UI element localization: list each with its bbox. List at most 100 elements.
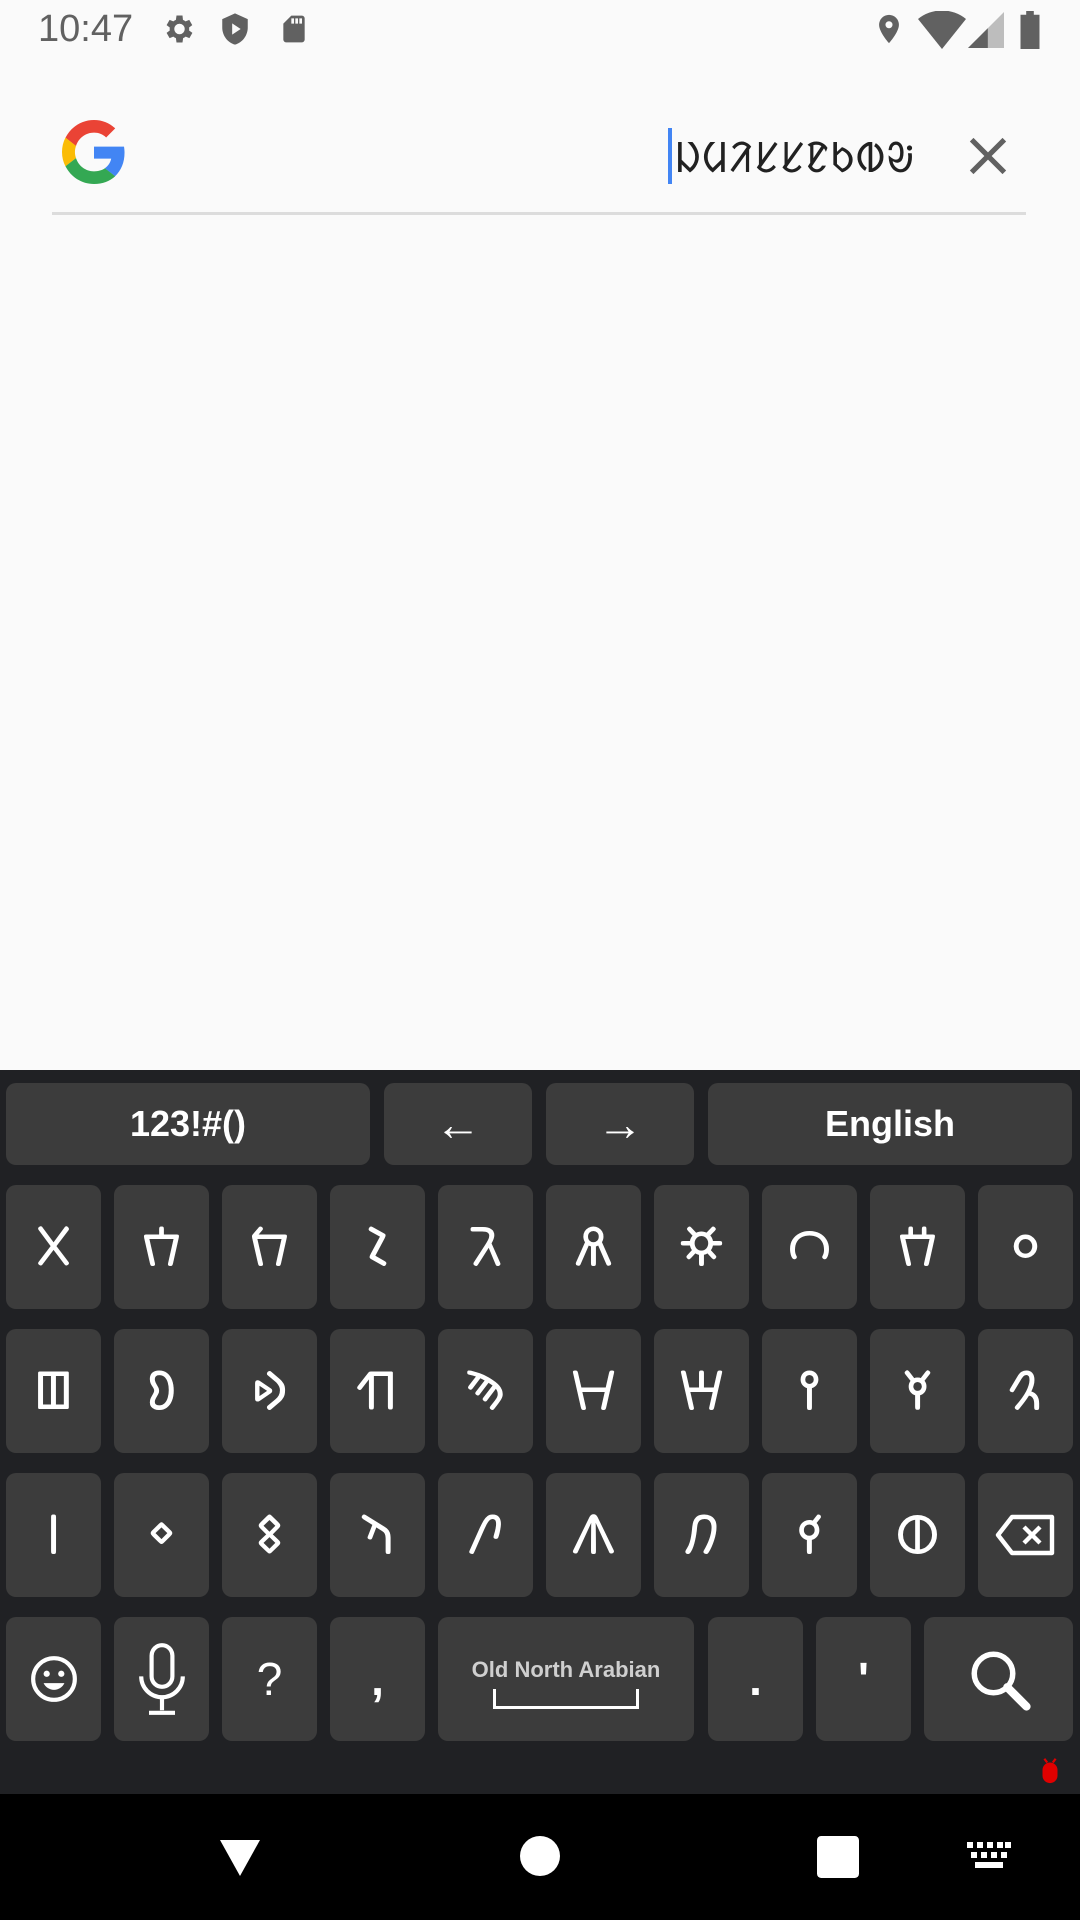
search-key[interactable] <box>924 1617 1073 1741</box>
microphone-key[interactable] <box>114 1617 209 1741</box>
key-glyph: 𐪋 <box>249 1214 290 1279</box>
right-arrow-icon: → <box>597 1098 643 1150</box>
letter-key[interactable]: 𐪍 <box>438 1185 533 1309</box>
home-icon[interactable] <box>520 1836 560 1876</box>
comma-key[interactable]: , <box>330 1617 425 1741</box>
status-time: 10:47 <box>38 8 134 50</box>
key-glyph: 𐪟 <box>255 1502 284 1567</box>
letter-key[interactable]: 𐪊 <box>114 1185 209 1309</box>
space-key-label: Old North Arabian <box>471 1657 661 1682</box>
period-key-label: . <box>749 1653 762 1705</box>
question-key[interactable]: ? <box>222 1617 317 1741</box>
language-key[interactable]: English <box>708 1083 1072 1165</box>
left-arrow-key[interactable]: ← <box>384 1083 532 1165</box>
key-glyph: 𐪗 <box>464 1358 507 1423</box>
comma-key-label: , <box>371 1653 384 1705</box>
key-glyph: 𐪙 <box>679 1358 724 1423</box>
letter-key[interactable]: 𐪂 <box>546 1473 641 1597</box>
emoji-key[interactable] <box>6 1617 101 1741</box>
signal-icon <box>968 12 1004 48</box>
battery-icon <box>1020 11 1040 49</box>
keyboard-switch-icon[interactable] <box>967 1842 1011 1870</box>
key-glyph: 𐪍 <box>468 1214 503 1279</box>
left-arrow-icon: ← <box>435 1098 481 1150</box>
letter-key[interactable]: 𐪅 <box>870 1473 965 1597</box>
letter-key[interactable]: 𐪄 <box>762 1473 857 1597</box>
key-glyph: 𐪌 <box>365 1214 390 1279</box>
letter-key[interactable]: 𐪏 <box>654 1185 749 1309</box>
letter-key[interactable]: 𐪃 <box>654 1473 749 1597</box>
search-input[interactable]: ᱡᱢᱤᱥᱥᱱᱠᱵᱶ <box>668 128 915 184</box>
letter-key[interactable]: 𐪀 <box>330 1473 425 1597</box>
key-glyph: 𐪉 <box>34 1214 73 1279</box>
keyboard: 123!#() ← → English 𐪉 𐪊 𐪋 𐪌 𐪍 𐪎 𐪏 𐪐 𐪑 𐪒 … <box>0 1070 1080 1794</box>
letter-key[interactable]: 𐪝 <box>6 1473 101 1597</box>
letter-key[interactable]: 𐪐 <box>762 1185 857 1309</box>
key-glyph: 𐪚 <box>797 1358 822 1423</box>
microphone-icon <box>138 1643 185 1715</box>
space-key[interactable]: Old North Arabian <box>438 1617 694 1741</box>
shield-icon <box>222 13 248 45</box>
letter-key[interactable]: 𐪚 <box>762 1329 857 1453</box>
letter-key[interactable]: 𐪖 <box>330 1329 425 1453</box>
letter-key[interactable]: 𐪟 <box>222 1473 317 1597</box>
letter-key[interactable]: 𐪒 <box>978 1185 1073 1309</box>
key-glyph: 𐪎 <box>574 1214 613 1279</box>
backspace-key[interactable] <box>978 1473 1073 1597</box>
letter-key[interactable]: 𐪎 <box>546 1185 641 1309</box>
letter-key[interactable]: 𐪓 <box>6 1329 101 1453</box>
key-glyph: 𐪏 <box>679 1214 724 1279</box>
letter-key[interactable]: 𐪁 <box>438 1473 533 1597</box>
letter-key[interactable]: 𐪕 <box>222 1329 317 1453</box>
apostrophe-key-label: ' <box>858 1653 869 1705</box>
key-glyph: 𐪕 <box>250 1358 289 1423</box>
bug-icon <box>1042 1758 1058 1784</box>
letter-key[interactable]: 𐪑 <box>870 1185 965 1309</box>
question-key-label: ? <box>256 1653 283 1705</box>
back-icon[interactable] <box>216 1836 264 1880</box>
key-glyph: 𐪝 <box>44 1502 63 1567</box>
key-glyph: 𐪒 <box>1010 1214 1041 1279</box>
status-bar: 10:47 <box>0 0 1080 62</box>
google-logo <box>62 120 125 184</box>
key-glyph: 𐪀 <box>359 1502 396 1567</box>
symbols-key-label: 123!#() <box>129 1103 247 1144</box>
key-glyph: 𐪁 <box>467 1502 504 1567</box>
search-icon <box>971 1651 1031 1711</box>
symbols-key[interactable]: 123!#() <box>6 1083 370 1165</box>
key-glyph: 𐪔 <box>146 1358 177 1423</box>
search-bar: ᱡᱢᱤᱥᱥᱱᱠᱵᱶ <box>52 100 1026 216</box>
letter-key[interactable]: 𐪜 <box>978 1329 1073 1453</box>
letter-key[interactable]: 𐪞 <box>114 1473 209 1597</box>
letter-key[interactable]: 𐪗 <box>438 1329 533 1453</box>
period-key[interactable]: . <box>708 1617 803 1741</box>
key-glyph: 𐪞 <box>147 1502 176 1567</box>
key-glyph: 𐪛 <box>902 1358 933 1423</box>
text-cursor <box>668 128 673 184</box>
wifi-icon <box>918 11 966 49</box>
key-glyph: 𐪜 <box>1007 1358 1044 1423</box>
recents-icon[interactable] <box>817 1836 859 1878</box>
gear-icon <box>166 15 193 43</box>
close-icon[interactable] <box>960 128 1016 184</box>
emoji-icon <box>30 1656 77 1702</box>
sd-card-icon <box>283 15 305 43</box>
key-glyph: 𐪂 <box>571 1502 616 1567</box>
language-key-label: English <box>824 1103 955 1144</box>
apostrophe-key[interactable]: ' <box>816 1617 911 1741</box>
letter-key[interactable]: 𐪋 <box>222 1185 317 1309</box>
letter-key[interactable]: 𐪘 <box>546 1329 641 1453</box>
key-glyph: 𐪖 <box>355 1358 400 1423</box>
letter-key[interactable]: 𐪛 <box>870 1329 965 1453</box>
letter-key[interactable]: 𐪉 <box>6 1185 101 1309</box>
key-glyph: 𐪓 <box>31 1358 76 1423</box>
letter-key[interactable]: 𐪔 <box>114 1329 209 1453</box>
letter-key[interactable]: 𐪙 <box>654 1329 749 1453</box>
letter-key[interactable]: 𐪌 <box>330 1185 425 1309</box>
key-glyph: 𐪑 <box>897 1214 938 1279</box>
key-glyph: 𐪃 <box>683 1502 720 1567</box>
backspace-icon <box>995 1514 1054 1556</box>
right-arrow-key[interactable]: → <box>546 1083 694 1165</box>
key-glyph: 𐪐 <box>787 1214 832 1279</box>
navigation-bar <box>0 1794 1080 1920</box>
